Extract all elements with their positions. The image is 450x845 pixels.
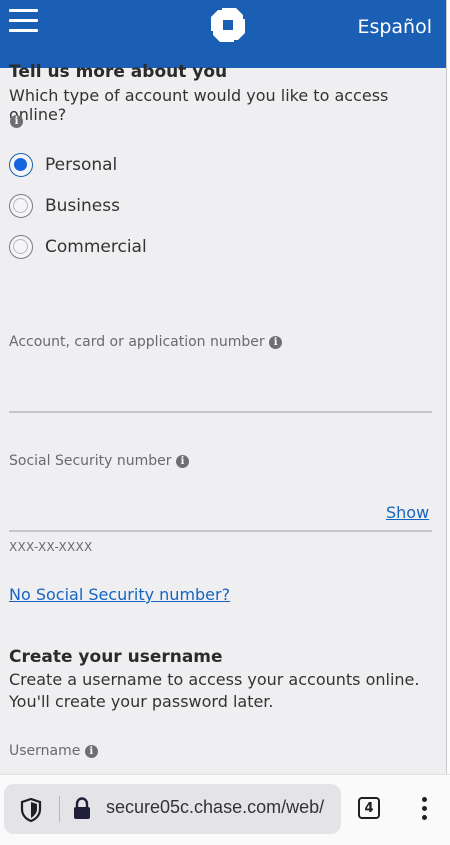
account-number-info-icon[interactable]: i [269,336,283,349]
username-info-icon[interactable]: i [84,745,98,758]
account-type-info-icon[interactable]: i [10,110,23,129]
username-label-text: Username [9,743,81,759]
section-title-about: Tell us more about you [9,62,228,82]
radio-business[interactable]: Business [9,192,120,220]
ssn-input[interactable] [9,478,379,528]
tab-switcher-button[interactable]: 4 [358,797,380,819]
radio-label-commercial: Commercial [45,237,147,257]
radio-button[interactable] [9,235,33,259]
hamburger-menu-icon[interactable] [9,9,38,33]
no-ssn-link[interactable]: No Social Security number? [9,585,230,604]
username-label: Username i [9,743,98,759]
radio-label-business: Business [45,196,120,216]
ssn-show-link[interactable]: Show [386,503,429,522]
account-number-input[interactable] [9,360,432,410]
browser-toolbar: secure05c.chase.com/web/ 4 [0,774,450,845]
url-text[interactable]: secure05c.chase.com/web/ [106,797,338,818]
radio-label-personal: Personal [45,155,118,175]
ssn-format-hint: XXX-XX-XXXX [9,540,93,554]
ssn-label-text: Social Security number [9,453,172,469]
app-header: Español [0,0,446,68]
radio-button-selected[interactable] [9,153,33,177]
language-link[interactable]: Español [357,16,432,38]
ssn-underline [9,530,432,532]
account-number-label-text: Account, card or application number [9,334,265,350]
shield-icon[interactable] [20,798,42,822]
more-options-icon[interactable] [420,797,428,823]
account-type-question: Which type of account would you like to … [9,86,389,124]
chase-logo-icon[interactable] [209,6,247,44]
account-number-label: Account, card or application number i [9,334,283,350]
account-number-underline [9,411,432,413]
radio-commercial[interactable]: Commercial [9,233,147,261]
username-description-line1: Create a username to access your account… [9,670,420,689]
username-description-line2: You'll create your password later. [9,692,274,711]
ssn-label: Social Security number i [9,453,189,469]
address-separator [59,796,60,822]
radio-button[interactable] [9,194,33,218]
section-title-username: Create your username [9,647,223,667]
radio-personal[interactable]: Personal [9,151,117,179]
lock-icon[interactable] [72,797,92,821]
address-bar[interactable]: secure05c.chase.com/web/ [4,784,341,834]
ssn-info-icon[interactable]: i [176,455,189,468]
